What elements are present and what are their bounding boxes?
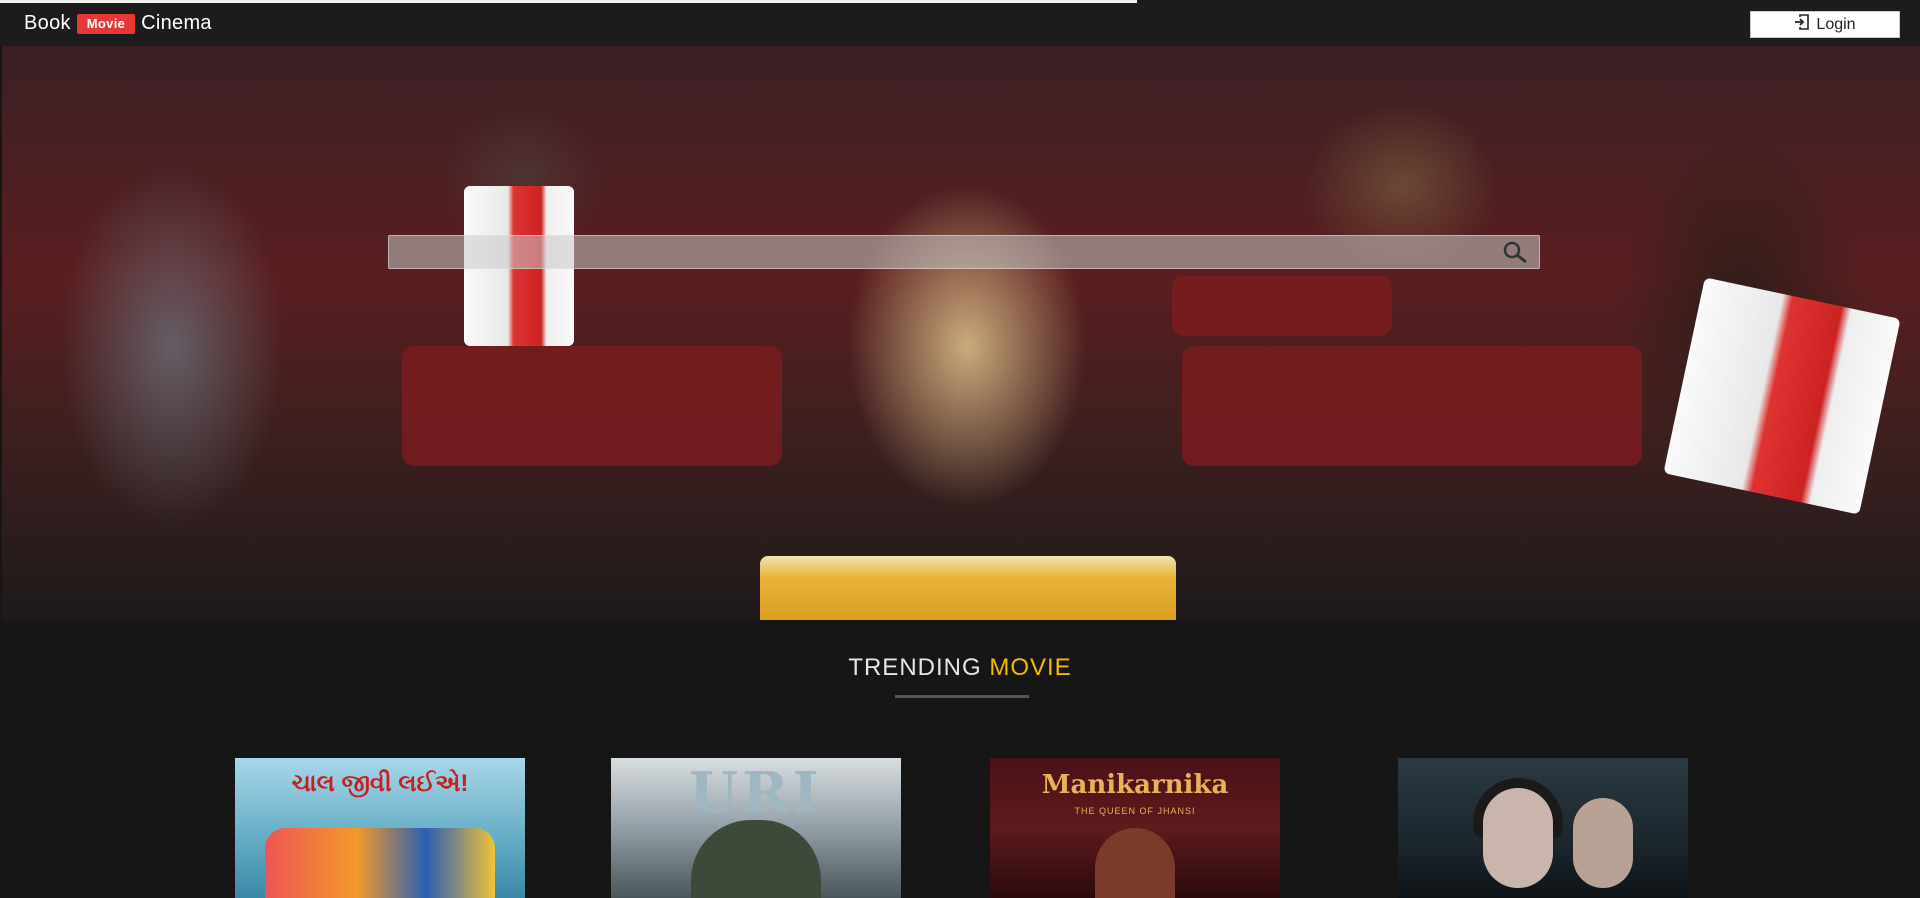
search-bar[interactable]: [388, 235, 1540, 269]
poster-art: [1483, 788, 1553, 888]
login-label: Login: [1816, 15, 1856, 33]
poster-title: URI: [689, 760, 823, 826]
brand-text-cinema: Cinema: [141, 12, 212, 34]
poster-title: Manikarnika: [1041, 770, 1229, 800]
poster-title: ચાલ જીવી લઈએ!: [291, 770, 469, 797]
brand-text-book: Book: [24, 12, 71, 34]
brand-badge-movie: Movie: [76, 13, 136, 34]
seat-shape: [1182, 346, 1642, 466]
hero-banner: [2, 46, 1920, 620]
poster-art: [265, 828, 495, 898]
brand-logo[interactable]: Book Movie Cinema: [24, 12, 212, 35]
seat-shape: [402, 346, 782, 466]
sign-in-icon: [1794, 14, 1810, 35]
search-icon[interactable]: [1501, 240, 1529, 264]
movie-poster-1[interactable]: ચાલ જીવી લઈએ!: [235, 758, 525, 898]
title-divider: [895, 695, 1029, 698]
poster-art: [691, 820, 821, 898]
poster-subtitle: THE QUEEN OF JHANSI: [1074, 806, 1196, 816]
drink-cup-shape: [1663, 277, 1901, 515]
login-button[interactable]: Login: [1750, 11, 1900, 38]
movie-poster-4[interactable]: [1398, 758, 1688, 898]
trending-title-main: TRENDING: [848, 654, 982, 681]
trending-section-title: TRENDING MOVIE: [0, 654, 1920, 682]
movie-poster-3[interactable]: Manikarnika THE QUEEN OF JHANSI: [990, 758, 1280, 898]
poster-art: [1573, 798, 1633, 888]
seat-shape: [1172, 276, 1392, 336]
trending-title-accent: MOVIE: [989, 654, 1072, 681]
poster-art: [1095, 828, 1175, 898]
top-navbar: Book Movie Cinema Login: [0, 0, 1920, 46]
search-input[interactable]: [399, 236, 1479, 268]
popcorn-bucket-shape: [760, 556, 1176, 620]
movie-poster-2[interactable]: URI: [611, 758, 901, 898]
